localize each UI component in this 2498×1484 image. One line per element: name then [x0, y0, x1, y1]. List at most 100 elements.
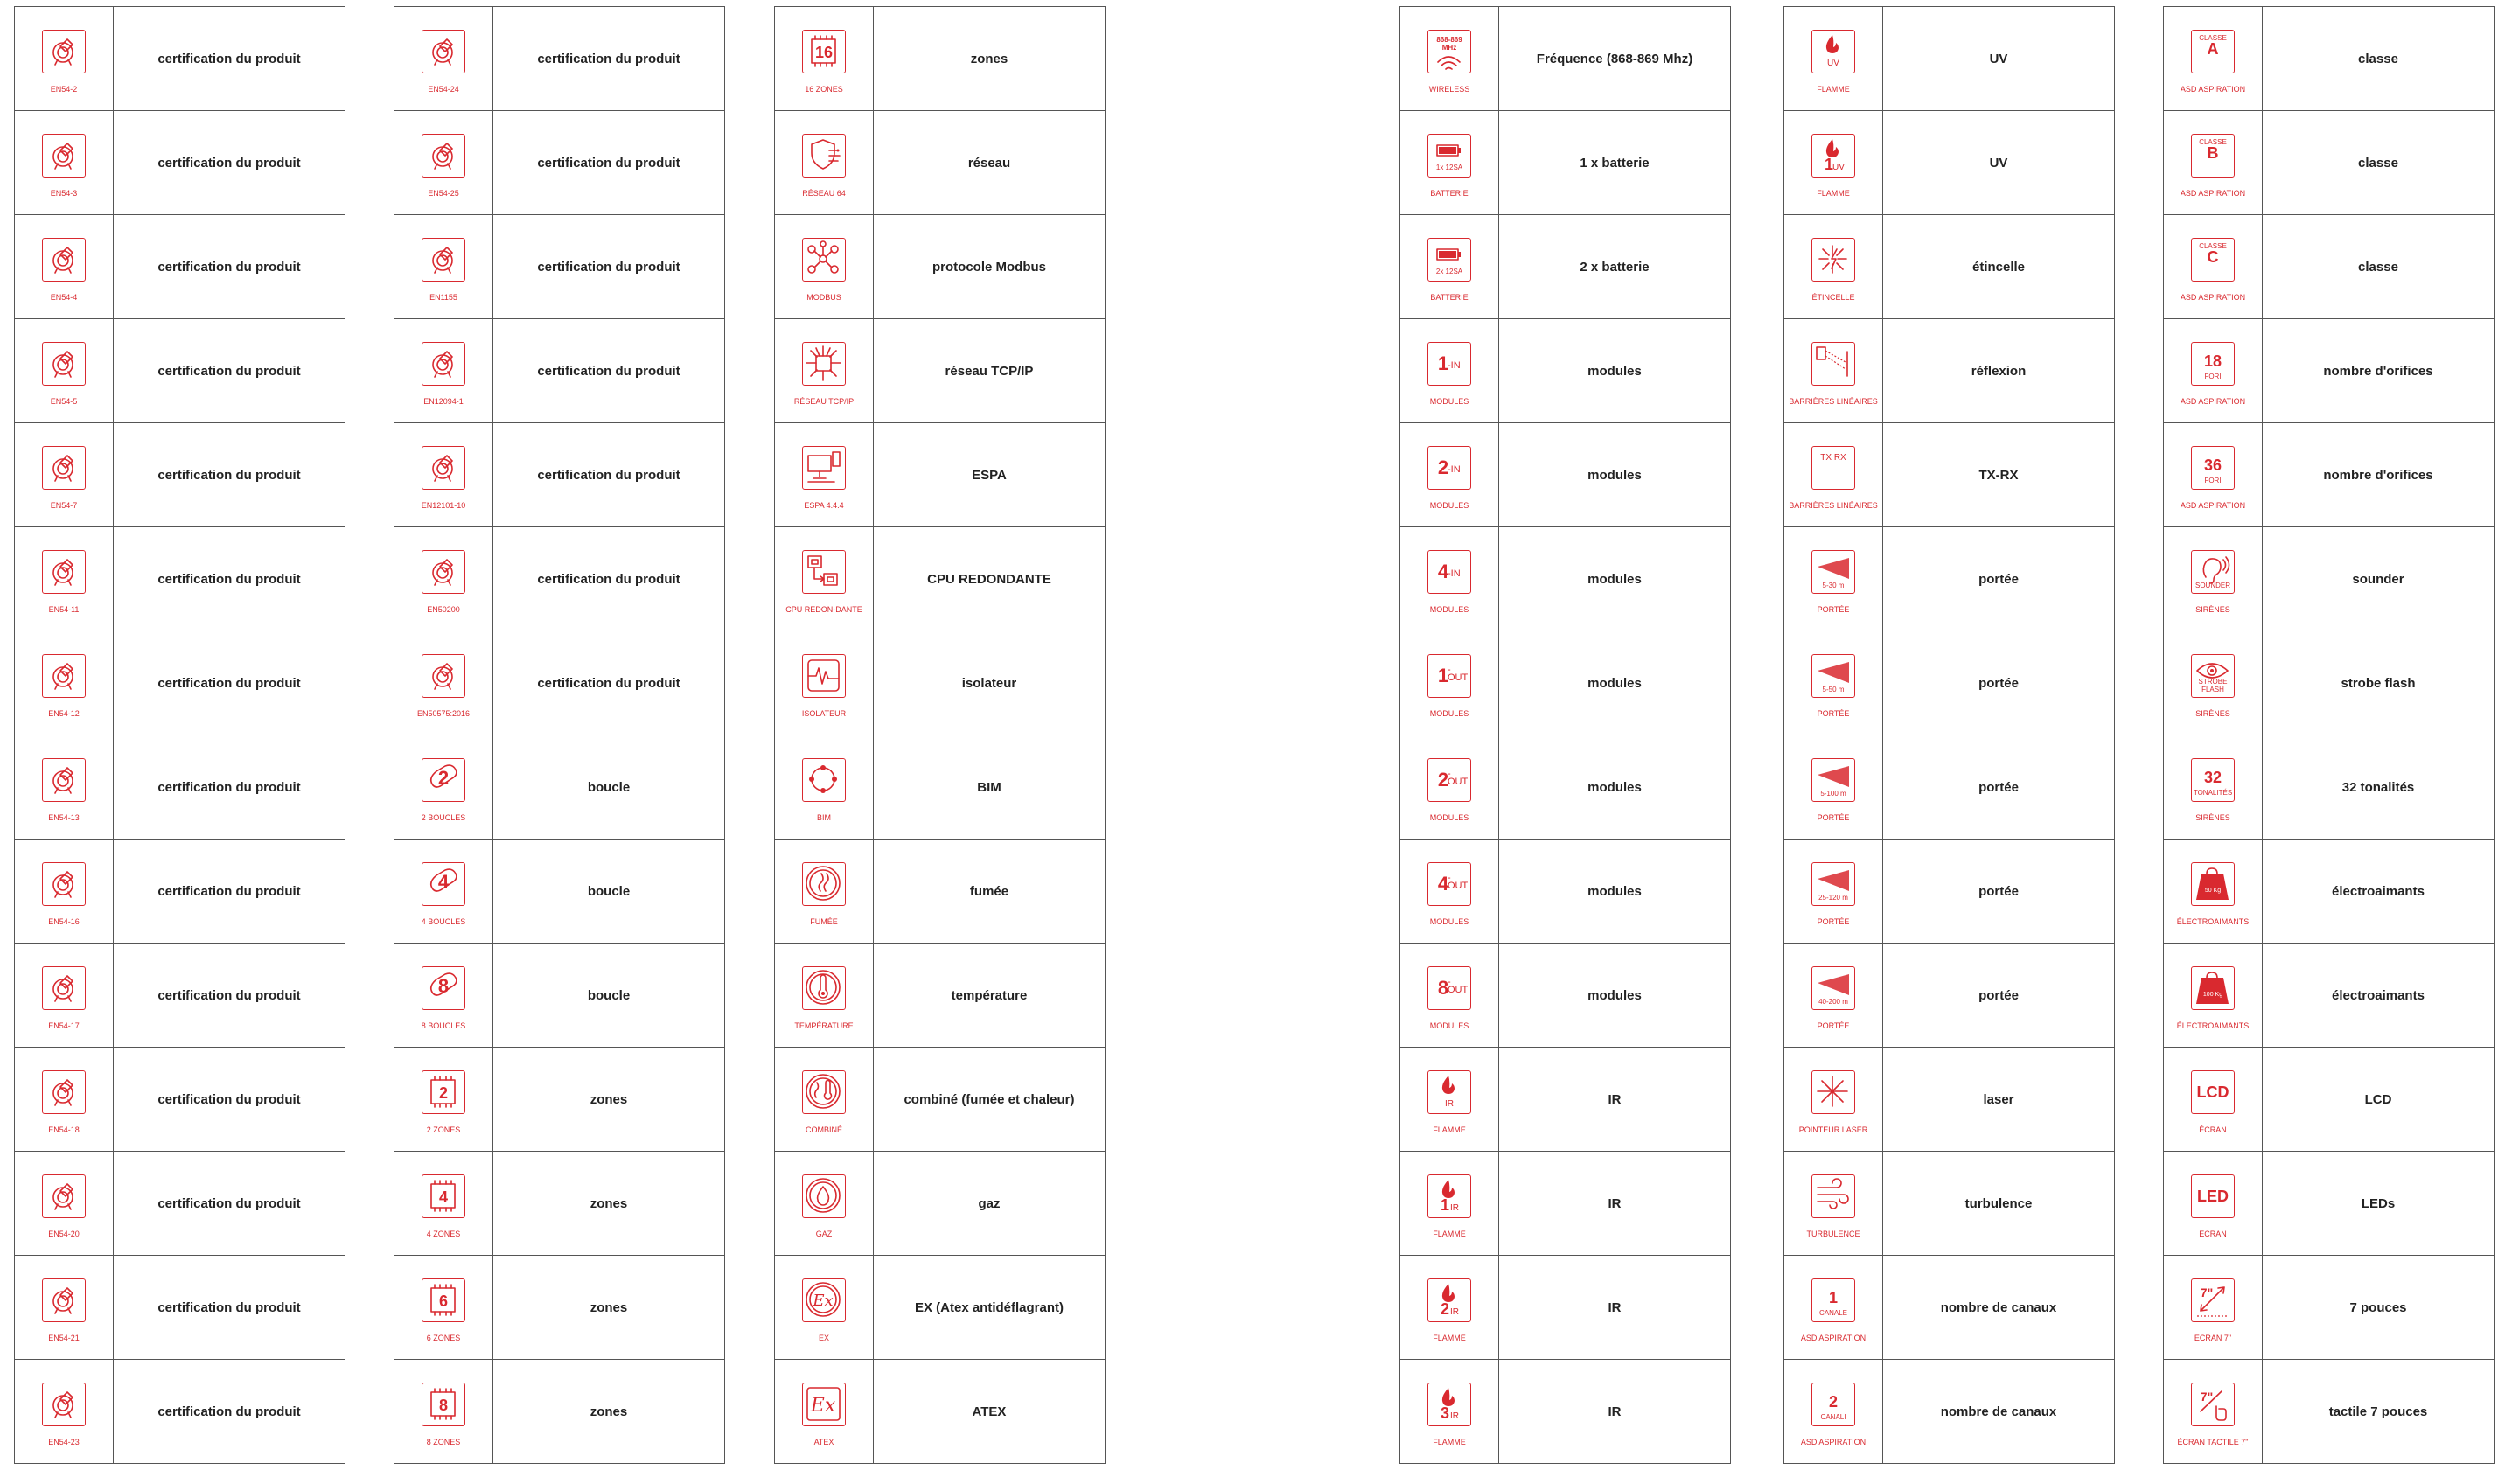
computer-icon: [802, 445, 846, 490]
table-row: 2x 12SA BATTERIE 2 x batterie: [1399, 214, 1731, 319]
battery-icon: 1x 12SA: [1427, 133, 1471, 178]
description: classe: [2262, 6, 2495, 111]
table-row: LED ÉCRAN LEDs: [2163, 1151, 2495, 1256]
icon-caption: 4 ZONES: [426, 1229, 461, 1238]
icon-cell: 40-200 m PORTÉE: [1783, 943, 1883, 1048]
icon-cell: EN12094-1: [394, 318, 493, 423]
description: zones: [873, 6, 1106, 111]
icon-cell: 4 -IN MODULES: [1399, 526, 1499, 631]
description: zones: [492, 1047, 725, 1152]
icon-caption: EN50200: [427, 604, 460, 614]
wireless-icon: 868-869 MHz: [1427, 29, 1471, 73]
description: isolateur: [873, 631, 1106, 735]
table-row: EN50575:2016 certification du produit: [394, 631, 725, 735]
description: certification du produit: [113, 735, 345, 840]
icon-cell: A CLASSE ASD ASPIRATION: [2163, 6, 2263, 111]
icon-cell: 2 -OUT MODULES: [1399, 735, 1499, 840]
icon-cell: EN54-20: [14, 1151, 114, 1256]
icon-caption: COMBINÉ: [805, 1125, 842, 1134]
icon-caption: EX: [818, 1333, 829, 1342]
description: modules: [1498, 318, 1731, 423]
icon-caption: EN54-12: [48, 708, 80, 718]
icon-caption: MODULES: [1429, 812, 1469, 822]
description: EX (Atex antidéflagrant): [873, 1255, 1106, 1360]
icon-cell: LED ÉCRAN: [2163, 1151, 2263, 1256]
icon-sublabel: FORI: [2204, 372, 2222, 380]
icon-sublabel: CLASSE: [2199, 241, 2227, 250]
icon-cell: 7" ÉCRAN TACTILE 7": [2163, 1359, 2263, 1464]
icon-cell: EN54-21: [14, 1255, 114, 1360]
table-row: 40-200 m PORTÉE portée: [1783, 943, 2115, 1048]
icon-caption: ÉCRAN: [2199, 1229, 2227, 1238]
table-row: EN54-13 certification du produit: [14, 735, 345, 840]
icon-sublabel: IR: [1450, 1411, 1459, 1421]
certification-icon: [42, 237, 86, 282]
certification-icon: [42, 341, 86, 386]
icon-caption: FUMÉE: [810, 916, 838, 926]
icon-caption: EN54-21: [48, 1333, 80, 1342]
icon-sublabel: TX RX: [1820, 452, 1846, 463]
icon-caption: FLAMME: [1433, 1437, 1466, 1446]
icon-label: 8: [437, 974, 450, 997]
icon-sublabel: CLASSE: [2199, 33, 2227, 42]
table-row: EN54-16 certification du produit: [14, 839, 345, 944]
table-row: 4 4 BOUCLES boucle: [394, 839, 725, 944]
table-row: 4 -OUT MODULES modules: [1399, 839, 1731, 944]
description: certification du produit: [113, 318, 345, 423]
icon-caption: MODULES: [1429, 1021, 1469, 1030]
icon-cell: EN54-16: [14, 839, 114, 944]
icon-cell: 2 CANALI ASD ASPIRATION: [1783, 1359, 1883, 1464]
icon-cell: EN54-18: [14, 1047, 114, 1152]
zone-chip-icon: 4: [422, 1174, 465, 1218]
icon-sublabel: -OUT: [1448, 976, 1469, 995]
screen-size-icon: 7": [2191, 1278, 2235, 1322]
table-row: 32 TONALITÉS SIRÈNES 32 tonalités: [2163, 735, 2495, 840]
icon-caption: ASD ASPIRATION: [2180, 84, 2246, 94]
module-icon: 1 -OUT: [1427, 653, 1471, 698]
screen-text-icon: LED: [2191, 1174, 2235, 1218]
table-row: ISOLATEUR isolateur: [774, 631, 1106, 735]
table-row: CPU REDON-DANTE CPU REDONDANTE: [774, 526, 1106, 631]
table-row: SOUNDER SIRÈNES sounder: [2163, 526, 2495, 631]
icon-caption: 8 BOUCLES: [421, 1021, 466, 1030]
table-row: EN54-5 certification du produit: [14, 318, 345, 423]
zone-chip-icon: 8: [422, 1382, 465, 1426]
icon-caption: 16 ZONES: [805, 84, 843, 94]
icon-label: 36: [2203, 456, 2222, 474]
icon-cell: UV FLAMME: [1783, 6, 1883, 111]
description: certification du produit: [492, 318, 725, 423]
icon-cell: 5-50 m PORTÉE: [1783, 631, 1883, 735]
icon-cell: EN54-3: [14, 110, 114, 215]
description: électroaimants: [2262, 943, 2495, 1048]
icon-sublabel: IR: [1450, 1306, 1459, 1317]
certification-icon: [42, 1174, 86, 1218]
certification-icon: [422, 133, 465, 178]
description: strobe flash: [2262, 631, 2495, 735]
icon-cell: COMBINÉ: [774, 1047, 874, 1152]
weight-icon: 50 Kg: [2191, 861, 2235, 906]
icon-caption: PORTÉE: [1817, 916, 1850, 926]
description: LCD: [2262, 1047, 2495, 1152]
icon-cell: 4 4 ZONES: [394, 1151, 493, 1256]
network-shield-icon: [802, 133, 846, 178]
icon-cell: GAZ: [774, 1151, 874, 1256]
description: portée: [1882, 526, 2115, 631]
icon-cell: 868-869 MHz WIRELESS: [1399, 6, 1499, 111]
icon-cell: EN54-25: [394, 110, 493, 215]
icon-cell: 8 8 ZONES: [394, 1359, 493, 1464]
table-row: 5-100 m PORTÉE portée: [1783, 735, 2115, 840]
module-icon: 1 -IN: [1427, 341, 1471, 386]
icon-sublabel: 868-869 MHz: [1436, 35, 1462, 52]
icon-cell: CPU REDON-DANTE: [774, 526, 874, 631]
icon-sublabel: CANALE: [1818, 1308, 1847, 1317]
icon-cell: Ex EX: [774, 1255, 874, 1360]
table-row: 2 -OUT MODULES modules: [1399, 735, 1731, 840]
table-row: 4 4 ZONES zones: [394, 1151, 725, 1256]
description: Fréquence (868-869 Mhz): [1498, 6, 1731, 111]
module-icon: 4 -OUT: [1427, 861, 1471, 906]
icon-sublabel: -OUT: [1448, 664, 1469, 683]
table-row: GAZ gaz: [774, 1151, 1106, 1256]
icon-cell: 8 8 BOUCLES: [394, 943, 493, 1048]
description: gaz: [873, 1151, 1106, 1256]
certification-icon: [42, 757, 86, 802]
